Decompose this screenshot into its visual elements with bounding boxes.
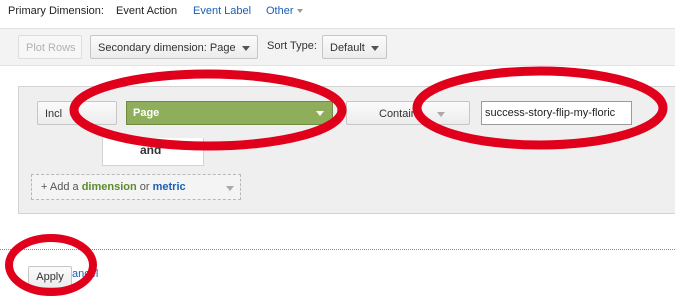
annotation-ellipse-dimension (69, 69, 347, 151)
annotation-ellipse-expression (412, 66, 668, 150)
annotation-ellipse-apply (5, 234, 97, 296)
annotation-overlay (5, 66, 668, 296)
